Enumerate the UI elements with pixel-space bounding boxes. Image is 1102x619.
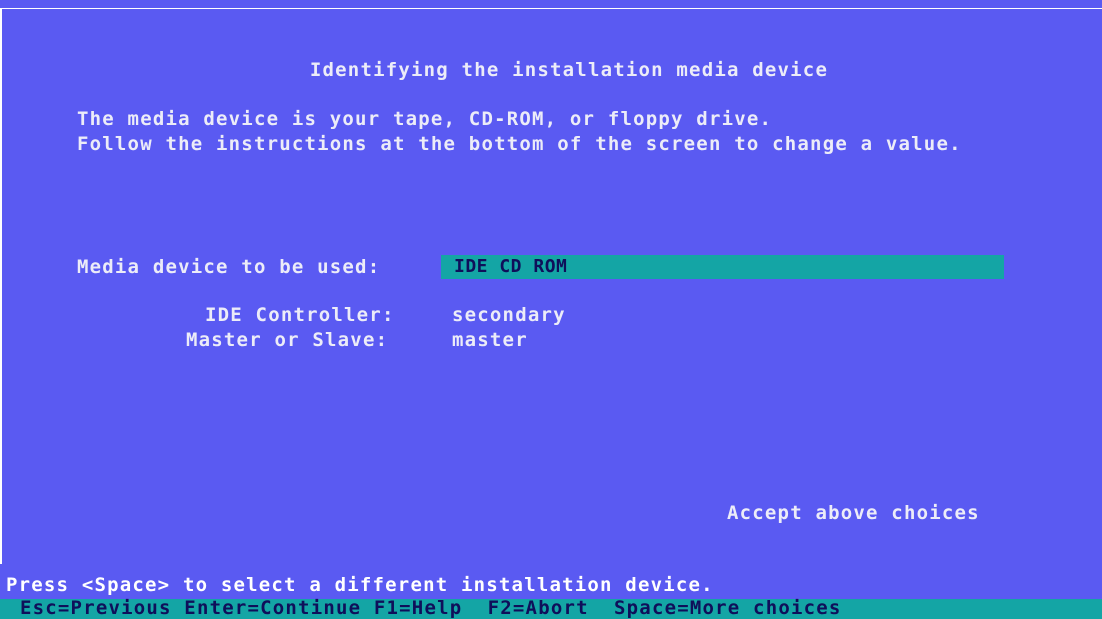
dialog-title: Identifying the installation media devic… <box>309 59 829 81</box>
ide-controller-value[interactable]: secondary <box>452 304 566 326</box>
installer-screen: Identifying the installation media devic… <box>0 0 1102 619</box>
ide-controller-label: IDE Controller: <box>205 304 395 326</box>
media-device-field[interactable]: IDE CD ROM <box>441 255 1004 279</box>
footer-hint: Press <Space> to select a different inst… <box>6 574 714 596</box>
media-device-label: Media device to be used: <box>77 256 381 278</box>
key-help-bar: Esc=Previous Enter=Continue F1=Help F2=A… <box>0 597 1102 619</box>
master-slave-label: Master or Slave: <box>186 329 389 351</box>
intro-text-line-1: The media device is your tape, CD-ROM, o… <box>77 108 773 130</box>
intro-text-line-2: Follow the instructions at the bottom of… <box>77 133 962 155</box>
key-help-text: Esc=Previous Enter=Continue F1=Help F2=A… <box>20 597 842 619</box>
accept-choices-button[interactable]: Accept above choices <box>727 502 980 524</box>
media-device-value: IDE CD ROM <box>454 256 568 277</box>
master-slave-value[interactable]: master <box>452 329 528 351</box>
dialog-frame <box>0 8 1102 564</box>
